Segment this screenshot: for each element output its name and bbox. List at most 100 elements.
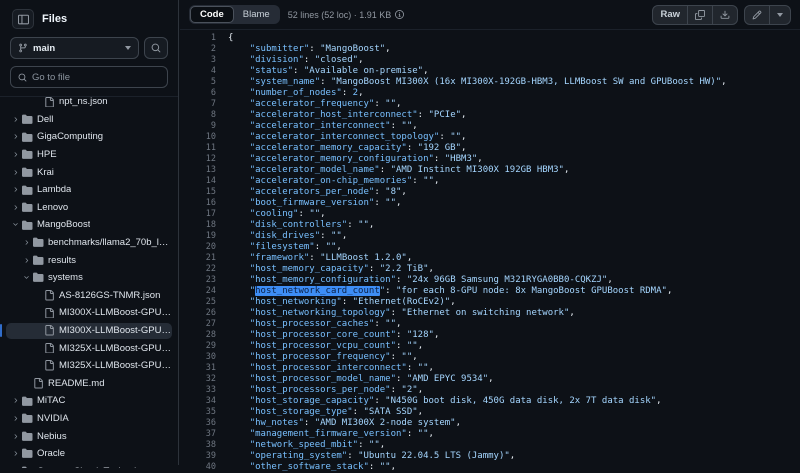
- tab-code[interactable]: Code: [190, 6, 234, 23]
- line-number[interactable]: 22: [180, 264, 218, 275]
- line-number[interactable]: 20: [180, 242, 218, 253]
- code-line: 40 "other_software_stack": "",: [180, 462, 800, 473]
- tree-item-hpe[interactable]: HPE: [0, 146, 178, 164]
- line-number[interactable]: 36: [180, 418, 218, 429]
- line-number[interactable]: 39: [180, 451, 218, 462]
- code-line-content: "host_memory_capacity": "2.2 TiB",: [218, 264, 434, 275]
- line-number[interactable]: 17: [180, 209, 218, 220]
- raw-button[interactable]: Raw: [653, 6, 687, 24]
- folder-icon: [21, 448, 34, 459]
- tree-item-mi325x-llmboost-gpuboost[interactable]: MI325X-LLMBoost-GPUBoost-…: [0, 357, 178, 375]
- code-line: 38 "network_speed_mbit": "",: [180, 440, 800, 451]
- tree-item-as-8126gs-tnmr-json[interactable]: AS-8126GS-TNMR.json: [0, 287, 178, 305]
- line-number[interactable]: 14: [180, 176, 218, 187]
- line-number[interactable]: 34: [180, 396, 218, 407]
- line-number[interactable]: 23: [180, 275, 218, 286]
- line-number[interactable]: 6: [180, 88, 218, 99]
- go-to-file-input[interactable]: [32, 72, 160, 83]
- line-number[interactable]: 13: [180, 165, 218, 176]
- code-line-content: "other_software_stack": "",: [218, 462, 396, 473]
- line-number[interactable]: 40: [180, 462, 218, 473]
- line-number[interactable]: 12: [180, 154, 218, 165]
- code-line-content: "accelerators_per_node": "8",: [218, 187, 407, 198]
- line-number[interactable]: 2: [180, 44, 218, 55]
- line-number[interactable]: 15: [180, 187, 218, 198]
- tree-item-npt-ns-json[interactable]: npt_ns.json: [0, 96, 178, 111]
- line-number[interactable]: 24: [180, 286, 218, 297]
- tree-item-results[interactable]: results: [0, 251, 178, 269]
- tree-item-mi325x-llmboost-gpuboost[interactable]: MI325X-LLMBoost-GPUBoost-…: [0, 339, 178, 357]
- line-number[interactable]: 19: [180, 231, 218, 242]
- tree-item-label: Nebius: [37, 431, 67, 442]
- code-line-content: "host_processor_interconnect": "",: [218, 363, 434, 374]
- tree-item-lambda[interactable]: Lambda: [0, 181, 178, 199]
- chevron-right-icon: [10, 151, 21, 158]
- collapse-sidebar-button[interactable]: [12, 9, 34, 29]
- code-line: 5 "system_name": "MangoBoost MI300X (16x…: [180, 77, 800, 88]
- tree-item-oracle[interactable]: Oracle: [0, 445, 178, 463]
- line-number[interactable]: 16: [180, 198, 218, 209]
- folder-icon: [32, 255, 45, 266]
- copy-button[interactable]: [687, 6, 712, 24]
- code-line-content: "accelerator_memory_configuration": "HBM…: [218, 154, 483, 165]
- tree-item-mi300x-llmboost-gpuboost[interactable]: MI300X-LLMBoost-GPUBoost-…: [0, 304, 178, 322]
- line-number[interactable]: 8: [180, 110, 218, 121]
- tree-item-label: Lambda: [37, 184, 71, 195]
- tree-item-krai[interactable]: Krai: [0, 163, 178, 181]
- tree-item-readme-md[interactable]: README.md: [0, 375, 178, 393]
- line-number[interactable]: 38: [180, 440, 218, 451]
- line-number[interactable]: 11: [180, 143, 218, 154]
- tree-item-gigacomputing[interactable]: GigaComputing: [0, 128, 178, 146]
- tree-item-label: MI300X-LLMBoost-GPUBoost-…: [59, 325, 172, 336]
- tree-item-mitac[interactable]: MiTAC: [0, 392, 178, 410]
- line-number[interactable]: 4: [180, 66, 218, 77]
- line-number[interactable]: 31: [180, 363, 218, 374]
- line-number[interactable]: 1: [180, 33, 218, 44]
- line-number[interactable]: 33: [180, 385, 218, 396]
- code-line-content: "accelerator_interconnect_topology": "",: [218, 132, 466, 143]
- code-view: 1{2 "submitter": "MangoBoost",3 "divisio…: [180, 30, 800, 473]
- info-icon[interactable]: [395, 10, 404, 19]
- line-number[interactable]: 7: [180, 99, 218, 110]
- tree-item-benchmarks-llama2-70b-lora-im[interactable]: benchmarks/llama2_70b_lora/im…: [0, 234, 178, 252]
- chevron-down-icon: [10, 221, 21, 228]
- line-number[interactable]: 10: [180, 132, 218, 143]
- line-number[interactable]: 3: [180, 55, 218, 66]
- line-number[interactable]: 37: [180, 429, 218, 440]
- line-number[interactable]: 32: [180, 374, 218, 385]
- line-number[interactable]: 5: [180, 77, 218, 88]
- line-number[interactable]: 27: [180, 319, 218, 330]
- line-number[interactable]: 21: [180, 253, 218, 264]
- line-number[interactable]: 28: [180, 330, 218, 341]
- download-button[interactable]: [712, 6, 737, 24]
- search-this-repo-button[interactable]: [144, 37, 168, 59]
- tree-item-nebius[interactable]: Nebius: [0, 427, 178, 445]
- tree-item-quanta-cloud-technology[interactable]: Quanta_Cloud_Technology: [0, 462, 178, 468]
- file-meta-text: 52 lines (52 loc) · 1.91 KB: [288, 10, 392, 20]
- code-line: 18 "disk_controllers": "",: [180, 220, 800, 231]
- line-number[interactable]: 35: [180, 407, 218, 418]
- code-line: 1{: [180, 33, 800, 44]
- tree-item-dell[interactable]: Dell: [0, 111, 178, 129]
- edit-dropdown-button[interactable]: [769, 6, 790, 24]
- branch-selector[interactable]: main: [10, 37, 139, 59]
- line-number[interactable]: 9: [180, 121, 218, 132]
- code-line: 11 "accelerator_memory_capacity": "192 G…: [180, 143, 800, 154]
- edit-button[interactable]: [745, 6, 769, 24]
- tree-item-mangoboost[interactable]: MangoBoost: [0, 216, 178, 234]
- chevron-right-icon: [10, 204, 21, 211]
- line-number[interactable]: 26: [180, 308, 218, 319]
- tree-item-lenovo[interactable]: Lenovo: [0, 199, 178, 217]
- line-number[interactable]: 18: [180, 220, 218, 231]
- chevron-right-icon: [10, 433, 21, 440]
- tree-item-mi300x-llmboost-gpuboost[interactable]: MI300X-LLMBoost-GPUBoost-…: [0, 322, 178, 340]
- tab-blame[interactable]: Blame: [234, 7, 279, 22]
- tree-item-systems[interactable]: systems: [0, 269, 178, 287]
- code-line: 36 "hw_notes": "AMD MI300X 2-node system…: [180, 418, 800, 429]
- line-number[interactable]: 30: [180, 352, 218, 363]
- tree-item-label: MiTAC: [37, 395, 65, 406]
- line-number[interactable]: 29: [180, 341, 218, 352]
- code-line: 20 "filesystem": "",: [180, 242, 800, 253]
- tree-item-nvidia[interactable]: NVIDIA: [0, 410, 178, 428]
- line-number[interactable]: 25: [180, 297, 218, 308]
